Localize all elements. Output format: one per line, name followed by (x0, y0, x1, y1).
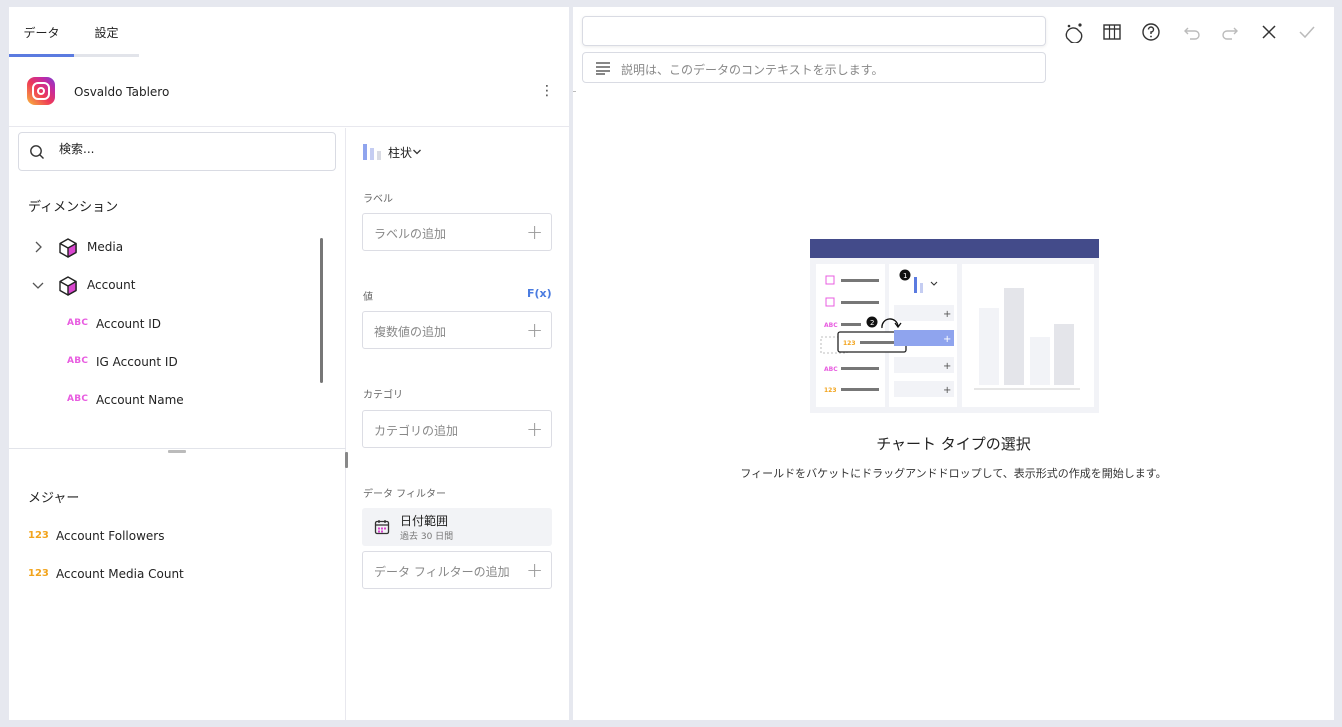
text-type-icon: ABC (67, 356, 89, 366)
close-icon[interactable] (1258, 21, 1280, 43)
chevron-right-icon[interactable] (31, 240, 45, 254)
plus-icon: + (526, 417, 543, 441)
category-bucket-title: カテゴリ (363, 390, 403, 401)
data-source-header: Osvaldo Tablero ⋮ (9, 65, 569, 127)
field-account-id[interactable]: ABC Account ID (9, 313, 319, 337)
dimensions-title: ディメンション (28, 200, 119, 215)
dimensions-scrollbar[interactable] (320, 238, 323, 383)
buckets-column: 柱状 ラベル ラベルの追加 + 値 F(x) 複数値の追加 + カテゴリ カテゴ… (346, 128, 569, 720)
svg-text:2: 2 (870, 319, 874, 327)
measure-label: Account Followers (56, 529, 165, 543)
column-chart-icon (363, 144, 381, 160)
tab-data[interactable]: データ (9, 7, 74, 57)
search-box[interactable] (18, 132, 336, 171)
text-type-icon: ABC (67, 318, 89, 328)
fields-column: ディメンション Media Account ABC Account ID ABC… (9, 128, 348, 720)
empty-state-title: チャート タイプの選択 (876, 435, 1031, 453)
text-lines-icon (596, 62, 610, 75)
chart-type-illustration: ABC 123 ABC 123 1 + + + + 2 (810, 239, 1099, 413)
svg-text:ABC: ABC (824, 366, 838, 373)
formula-button[interactable]: F(x) (527, 287, 552, 300)
calendar-icon (374, 520, 390, 535)
svg-text:+: + (943, 385, 951, 396)
help-icon[interactable] (1140, 21, 1162, 43)
date-range-filter[interactable]: 日付範囲 過去 30 日間 (362, 508, 552, 546)
value-bucket-title: 値 (363, 292, 373, 303)
category-bucket[interactable]: カテゴリの追加 + (362, 410, 552, 448)
tree-item-label: Media (87, 240, 124, 254)
bucket-placeholder: ラベルの追加 (374, 227, 447, 241)
tab-settings[interactable]: 設定 (74, 7, 139, 57)
section-divider (9, 448, 346, 449)
resize-handle-horizontal[interactable] (168, 450, 186, 453)
chart-type-label: 柱状 (388, 145, 413, 160)
field-label: Account ID (96, 317, 162, 331)
value-bucket[interactable]: 複数値の追加 + (362, 311, 552, 349)
undo-icon[interactable] (1181, 21, 1203, 43)
bucket-placeholder: 複数値の追加 (374, 325, 447, 339)
chevron-down-icon (413, 149, 421, 155)
svg-text:+: + (943, 361, 951, 372)
bucket-placeholder: カテゴリの追加 (374, 424, 459, 438)
filter-title: 日付範囲 (400, 514, 449, 528)
cube-icon (59, 238, 77, 258)
data-source-name: Osvaldo Tablero (74, 85, 170, 99)
label-bucket-title: ラベル (363, 194, 393, 205)
search-input[interactable] (59, 142, 319, 156)
plus-icon: + (526, 558, 543, 582)
instagram-logo-icon (27, 77, 55, 105)
empty-state-subtitle: フィールドをバケットにドラッグアンドドロップして、表示形式の作成を開始します。 (740, 467, 1167, 480)
description-placeholder: 説明は、このデータのコンテキストを示します。 (621, 63, 884, 77)
label-bucket[interactable]: ラベルの追加 + (362, 213, 552, 251)
data-filter-bucket[interactable]: データ フィルターの追加 + (362, 551, 552, 589)
check-icon[interactable] (1296, 21, 1318, 43)
description-input[interactable]: 説明は、このデータのコンテキストを示します。 (582, 52, 1046, 83)
measures-title: メジャー (28, 491, 80, 506)
svg-text:+: + (943, 309, 951, 320)
number-type-icon: 123 (28, 568, 49, 579)
field-label: IG Account ID (96, 355, 178, 369)
tree-item-account[interactable]: Account (9, 274, 319, 298)
search-icon (30, 145, 44, 159)
field-account-name[interactable]: ABC Account Name (9, 389, 319, 413)
field-label: Account Name (96, 393, 184, 407)
field-panel: データ 設定 Osvaldo Tablero ⋮ ディメンション Media A… (9, 7, 569, 720)
redo-icon[interactable] (1219, 21, 1241, 43)
text-type-icon: ABC (67, 394, 89, 404)
visualization-editor: 説明は、このデータのコンテキストを示します。 ABC 123 ABC 123 1 (573, 7, 1334, 720)
table-icon[interactable] (1101, 21, 1123, 43)
svg-text:ABC: ABC (824, 322, 838, 329)
filter-subtitle: 過去 30 日間 (400, 532, 454, 542)
tab-bar: データ 設定 (9, 7, 139, 57)
field-ig-account-id[interactable]: ABC IG Account ID (9, 351, 319, 375)
svg-text:+: + (943, 334, 951, 345)
more-options-icon[interactable]: ⋮ (540, 81, 554, 101)
measure-account-media-count[interactable]: 123 Account Media Count (9, 563, 319, 587)
data-filter-title: データ フィルター (363, 489, 446, 500)
number-type-icon: 123 (28, 530, 49, 541)
svg-text:123: 123 (843, 340, 856, 347)
plus-icon: + (526, 220, 543, 244)
tree-item-label: Account (87, 278, 136, 292)
cube-icon (59, 276, 77, 296)
chevron-down-icon[interactable] (31, 278, 45, 292)
measure-account-followers[interactable]: 123 Account Followers (9, 525, 319, 549)
measure-label: Account Media Count (56, 567, 184, 581)
svg-text:1: 1 (903, 272, 907, 280)
title-input[interactable] (582, 16, 1046, 46)
plus-icon: + (526, 318, 543, 342)
tree-item-media[interactable]: Media (9, 236, 319, 260)
divider-mark (573, 91, 576, 92)
bucket-placeholder: データ フィルターの追加 (374, 565, 510, 579)
svg-text:123: 123 (824, 387, 837, 394)
chart-type-selector[interactable]: 柱状 (362, 142, 422, 162)
ai-assist-icon[interactable] (1063, 21, 1085, 43)
